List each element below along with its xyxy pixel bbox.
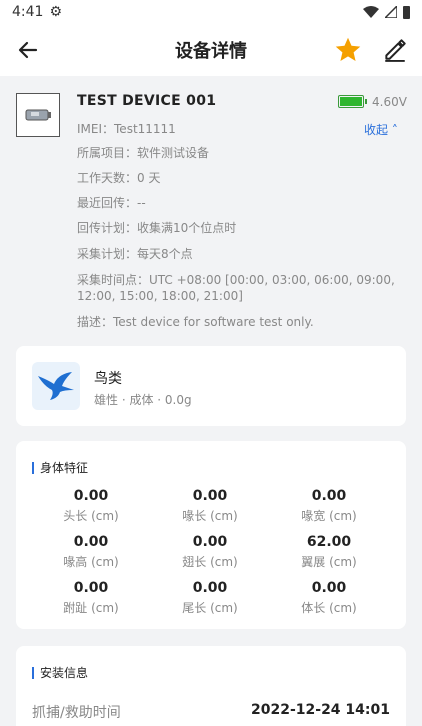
- device-project: 所属项目：软件测试设备: [77, 146, 210, 160]
- feature-wing-length: 0.00 翅长 (cm): [182, 534, 238, 569]
- favorite-button[interactable]: [334, 36, 362, 64]
- battery-status-icon: [403, 5, 410, 19]
- install-info-card: 安装信息 抓捕/救助时间 2022-12-24 14:01: [16, 646, 406, 726]
- species-detail: 雄性 · 成体 · 0.0g: [94, 393, 192, 407]
- body-features-card: 身体特征 0.00 头长 (cm) 0.00 喙长 (cm) 0.00 喙宽 (cm)…: [16, 441, 406, 629]
- capture-time-value: 2022-12-24 14:01: [251, 702, 390, 718]
- arrow-left-icon: [18, 41, 38, 59]
- capture-time-row: 抓捕/救助时间 2022-12-24 14:01: [32, 702, 390, 722]
- device-image: [16, 93, 60, 137]
- edit-button[interactable]: [382, 36, 410, 64]
- feature-body-length: 0.00 体长 (cm): [301, 580, 357, 615]
- gear-icon: ⚙: [49, 4, 63, 20]
- feature-wingspan: 62.00 翼展 (cm): [301, 534, 357, 569]
- feature-tarsus: 0.00 跗趾 (cm): [63, 580, 119, 615]
- wifi-icon: [363, 6, 379, 18]
- device-collect-times: 采集时间点：UTC +08:00 [00:00, 03:00, 06:00, 0…: [77, 273, 395, 303]
- device-section: TEST DEVICE 001 4.60V 收起 ˄ IMEI：Test1111…: [0, 76, 422, 338]
- feature-tail-length: 0.00 尾长 (cm): [182, 580, 238, 615]
- section-title: 身体特征: [32, 459, 88, 476]
- feature-beak-width: 0.00 喙宽 (cm): [301, 488, 357, 523]
- device-icon: [25, 109, 51, 121]
- device-name: TEST DEVICE 001: [77, 93, 217, 109]
- feature-beak-height: 0.00 喙高 (cm): [63, 534, 119, 569]
- device-upload-plan: 回传计划：收集满10个位点时: [77, 221, 237, 235]
- battery-icon: [338, 95, 367, 108]
- feature-head-length: 0.00 头长 (cm): [63, 488, 119, 523]
- species-name: 鸟类: [94, 371, 122, 387]
- star-icon: [335, 37, 361, 61]
- device-last-upload: 最近回传：--: [77, 196, 146, 210]
- collapse-toggle[interactable]: 收起 ˄: [364, 121, 398, 138]
- device-voltage: 4.60V: [372, 95, 407, 109]
- back-button[interactable]: [14, 36, 42, 64]
- capture-time-label: 抓捕/救助时间: [32, 705, 121, 721]
- status-time: 4:41: [12, 4, 44, 20]
- device-description: 描述：Test device for software test only.: [77, 315, 314, 329]
- feature-beak-length: 0.00 喙长 (cm): [182, 488, 238, 523]
- body-features-title: 身体特征: [40, 461, 89, 475]
- device-imei: IMEI：Test11111: [77, 122, 176, 136]
- device-working-days: 工作天数：0 天: [77, 171, 161, 185]
- species-card[interactable]: 鸟类 雄性 · 成体 · 0.0g: [16, 346, 406, 426]
- bird-avatar: [32, 362, 80, 410]
- status-bar: 4:41 ⚙: [0, 0, 422, 24]
- pencil-icon: [385, 39, 406, 62]
- status-icons: [363, 5, 410, 19]
- install-title: 安装信息: [40, 666, 89, 680]
- bird-icon: [38, 372, 74, 400]
- section-title: 安装信息: [32, 664, 88, 681]
- signal-icon: [385, 6, 397, 18]
- app-bar: 设备详情: [0, 24, 422, 76]
- device-collect-plan: 采集计划：每天8个点: [77, 247, 193, 261]
